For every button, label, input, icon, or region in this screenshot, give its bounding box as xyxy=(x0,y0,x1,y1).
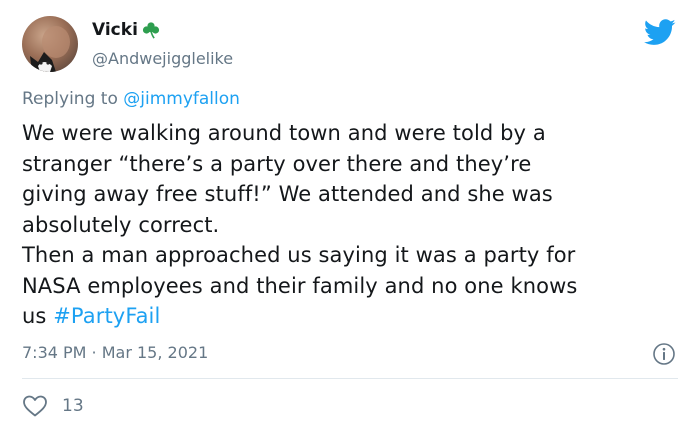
tweet-text: We were walking around town and were tol… xyxy=(22,121,578,328)
like-action[interactable]: 13 xyxy=(22,394,84,418)
divider xyxy=(22,378,678,379)
avatar[interactable] xyxy=(22,16,78,72)
tweet-body: We were walking around town and were tol… xyxy=(22,118,672,332)
shamrock-icon xyxy=(142,22,160,39)
user-handle[interactable]: @Andwejigglelike xyxy=(92,49,233,68)
replying-to-line: Replying to @jimmyfallon xyxy=(22,89,240,109)
tweet-timestamp[interactable]: 7:34 PM · Mar 15, 2021 xyxy=(22,343,208,362)
hashtag-link[interactable]: #PartyFail xyxy=(53,304,160,328)
tweet-card: Vicki @Andwejigglelike Replying to @jimm… xyxy=(0,0,700,433)
heart-icon[interactable] xyxy=(22,394,48,418)
info-icon[interactable] xyxy=(652,342,676,366)
reply-mention-link[interactable]: @jimmyfallon xyxy=(123,89,240,109)
name-row: Vicki xyxy=(92,20,160,40)
twitter-bird-icon[interactable] xyxy=(644,19,676,46)
replying-to-label: Replying to xyxy=(22,89,124,109)
display-name[interactable]: Vicki xyxy=(92,20,138,40)
like-count: 13 xyxy=(62,396,84,416)
